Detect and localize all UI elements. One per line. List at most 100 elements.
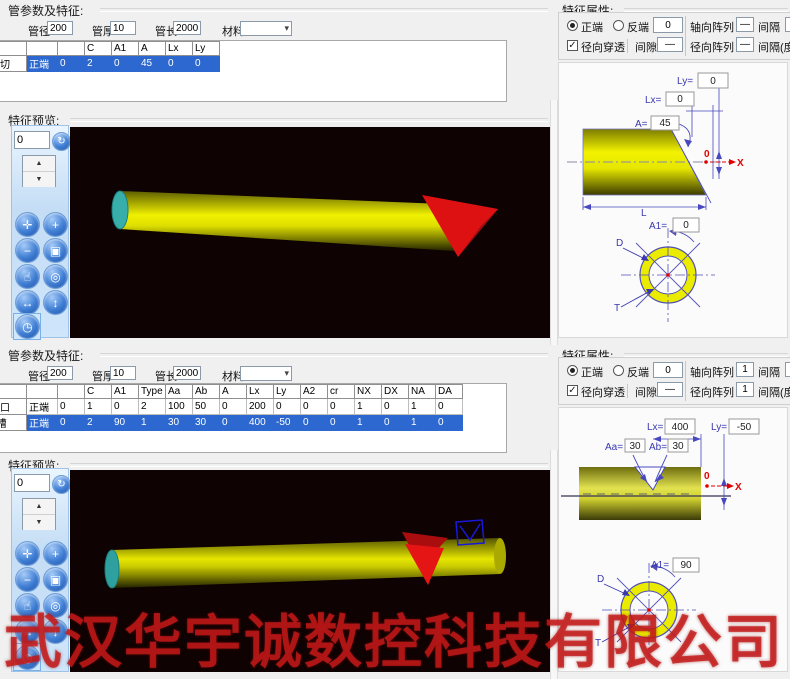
rotate-view-button[interactable]: ◎ [43,264,68,289]
table-cell[interactable]: 0 [58,56,85,72]
table-cell[interactable]: 正端 [27,415,58,431]
panel-splitter[interactable] [550,450,558,679]
table-cell[interactable]: 0 [328,399,355,415]
table-cell[interactable]: 90 [112,415,139,431]
pan-move-button[interactable]: ✛ [15,541,40,566]
zoom-in-button[interactable]: + [43,212,68,237]
table-cell[interactable]: 200 [247,399,274,415]
front-end-radio[interactable] [567,20,578,31]
zoom-window-button[interactable]: ▣ [43,567,68,592]
table-cell[interactable]: 1 [85,399,112,415]
fit-width-button[interactable]: ↔ [15,619,40,644]
table-cell[interactable]: 0 [58,415,85,431]
table-cell[interactable]: 0 [166,56,193,72]
material-select[interactable]: ▾ [240,366,292,381]
table-cell[interactable]: 0 [220,415,247,431]
radial-penetrate-checkbox[interactable]: ✓ [567,385,578,396]
table-cell[interactable]: 0 [301,415,328,431]
zoom-out-button[interactable]: − [15,567,40,592]
radial-penetrate-checkbox[interactable]: ✓ [567,40,578,51]
table-cell[interactable]: 100 [166,399,193,415]
table-cell[interactable]: 30 [166,415,193,431]
table-cell[interactable]: 1 [139,415,166,431]
table-cell[interactable]: 0 [112,56,139,72]
offset-input[interactable] [653,17,683,33]
rotate-step-button[interactable]: ↻ [52,132,71,151]
table-cell[interactable]: 0 [220,399,247,415]
table-cell[interactable]: V槽 [0,415,27,431]
hand-drag-button[interactable]: ☝ [15,264,40,289]
pipe-thickness-input[interactable] [110,366,136,380]
front-end-radio[interactable] [567,365,578,376]
table-cell[interactable]: 2 [139,399,166,415]
radial-array-input[interactable] [736,37,754,52]
hand-drag-button[interactable]: ☝ [15,593,40,618]
table-row[interactable]: V槽正端0290130300400-50001010 [0,415,463,431]
preview-3d-viewport[interactable] [70,470,550,672]
panel-splitter[interactable] [550,100,558,345]
spin-down-button[interactable]: ▼ [23,172,55,187]
pan-move-button[interactable]: ✛ [15,212,40,237]
table-cell[interactable]: 2 [85,56,112,72]
spin-up-button[interactable]: ▲ [23,499,55,515]
feature-table[interactable]: CA1ALxLy端切正端0204500 [0,41,220,72]
spacing-input[interactable] [785,362,790,377]
offset-input[interactable] [653,362,683,378]
table-cell[interactable]: -50 [274,415,301,431]
table-cell[interactable]: 50 [193,399,220,415]
zoom-out-button[interactable]: − [15,238,40,263]
table-row[interactable]: 切口正端01021005002000001010 [0,399,463,415]
table-cell[interactable]: 0 [436,399,463,415]
zoom-in-button[interactable]: + [43,541,68,566]
back-end-radio[interactable] [613,365,624,376]
table-cell[interactable]: 0 [382,415,409,431]
pipe-thickness-input[interactable] [110,21,136,35]
fit-height-button[interactable]: ↕ [43,290,68,315]
axial-array-input[interactable] [736,362,754,377]
table-cell[interactable]: 1 [355,415,382,431]
gap-input[interactable] [657,37,683,52]
table-cell[interactable]: 0 [382,399,409,415]
radial-array-input[interactable] [736,382,754,397]
gap-input[interactable] [657,382,683,397]
axial-array-input[interactable] [736,17,754,32]
spacing-input[interactable] [785,17,790,32]
fit-height-button[interactable]: ↕ [43,619,68,644]
table-cell[interactable]: 正端 [27,399,58,415]
spin-down-button[interactable]: ▼ [23,515,55,530]
fit-width-button[interactable]: ↔ [15,290,40,315]
table-cell[interactable]: 0 [193,56,220,72]
material-select[interactable]: ▾ [240,21,292,36]
measure-angle-button[interactable]: ◷ [15,314,40,339]
table-cell[interactable]: 1 [355,399,382,415]
rotate-step-button[interactable]: ↻ [52,475,71,494]
pipe-diameter-input[interactable] [47,366,73,380]
table-cell[interactable]: 45 [139,56,166,72]
feature-list[interactable]: CA1TypeAaAbALxLyA2crNXDXNADA切口正端01021005… [0,383,507,453]
table-cell[interactable]: 切口 [0,399,27,415]
table-cell[interactable]: 0 [112,399,139,415]
table-cell[interactable]: 0 [436,415,463,431]
view-angle-input[interactable] [14,131,50,149]
zoom-window-button[interactable]: ▣ [43,238,68,263]
measure-angle-button[interactable]: ◷ [15,645,40,670]
pipe-length-input[interactable] [173,21,201,35]
table-row[interactable]: 端切正端0204500 [0,56,220,72]
feature-list[interactable]: CA1ALxLy端切正端0204500 [0,40,507,102]
table-cell[interactable]: 0 [274,399,301,415]
table-cell[interactable]: 30 [193,415,220,431]
table-cell[interactable]: 0 [58,399,85,415]
pipe-length-input[interactable] [173,366,201,380]
view-angle-input[interactable] [14,474,50,492]
table-cell[interactable]: 400 [247,415,274,431]
table-cell[interactable]: 0 [301,399,328,415]
table-cell[interactable]: 0 [328,415,355,431]
table-cell[interactable]: 1 [409,415,436,431]
rotate-view-button[interactable]: ◎ [43,593,68,618]
table-cell[interactable]: 正端 [27,56,58,72]
table-cell[interactable]: 1 [409,399,436,415]
spin-up-button[interactable]: ▲ [23,156,55,172]
feature-table[interactable]: CA1TypeAaAbALxLyA2crNXDXNADA切口正端01021005… [0,384,463,431]
pipe-diameter-input[interactable] [47,21,73,35]
preview-3d-viewport[interactable] [70,127,550,338]
